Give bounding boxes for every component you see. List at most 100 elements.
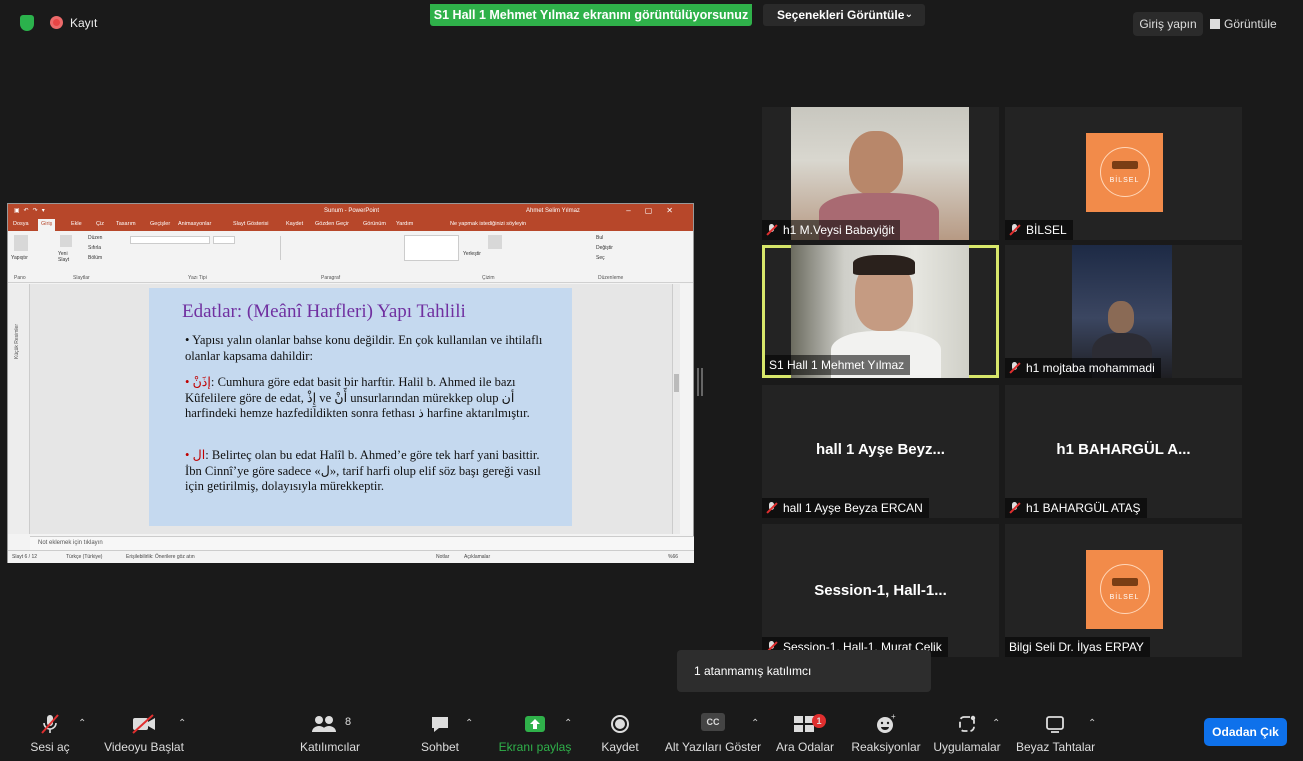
slide-canvas: Edatlar: (Meânî Harfleri) Yapı Tahlili •… [30,284,680,534]
mic-muted-icon [1009,224,1021,236]
slide-bullet-1: • Yapısı yalın olanlar bahse konu değild… [185,333,543,363]
participant-tile: h1 BAHARGÜL A... h1 BAHARGÜL ATAŞ [1005,385,1242,518]
participant-tile-active-speaker: S1 Hall 1 Mehmet Yılmaz [762,245,999,378]
bullet-3-arabic: • ال [185,448,206,462]
share-options-caret[interactable]: ⌃ [564,718,572,729]
split-view-handle[interactable] [697,368,703,396]
paste-icon [14,235,28,251]
logo-ring [1100,147,1150,197]
participant-name-label: h1 M.Veysi Babayiğit [762,220,901,240]
paste-label: Yapıştır [11,255,28,261]
ppt-ribbon: Yapıştır Yeni Slayt Düzen Sıfırla Bölüm … [8,231,693,283]
ppt-tab: Dosya [13,221,29,227]
apps-options-caret[interactable]: ⌃ [992,718,1000,729]
participant-name: h1 BAHARGÜL ATAŞ [1026,501,1141,515]
reactions-button[interactable]: + Reaksiyonlar [850,704,922,761]
security-shield-icon[interactable] [20,15,34,31]
mic-muted-icon [1009,362,1021,374]
share-screen-icon [525,716,545,732]
participant-count: 8 [345,716,352,728]
participant-face [849,131,903,195]
thumbnail-pane-label: Küçük Resimler [14,324,20,360]
find-label: Bul [596,235,604,241]
accessibility-status: Erişilebilirlik: Önerilere göz atın [126,554,195,560]
breakout-rooms-button[interactable]: 1 Ara Odalar [772,704,838,761]
participant-name-label: S1 Hall 1 Mehmet Yılmaz [765,355,911,375]
language-status: Türkçe (Türkiye) [66,554,103,560]
bilsel-logo: BİLSEL [1086,550,1163,629]
scroll-thumb [674,374,679,392]
ribbon-group-label: Çizim [482,275,495,281]
font-name-box [130,236,210,244]
logo-text: BİLSEL [1109,177,1140,184]
font-format-buttons [130,251,260,259]
view-button-label: Görüntüle [1224,17,1277,31]
share-screen-button[interactable]: Ekranı paylaş [495,704,575,761]
logo-book-icon [1112,161,1138,169]
view-options-button[interactable]: Seçenekleri Görüntüle ⌄ [763,4,925,26]
ppt-tab: Geçişler [150,221,171,227]
participant-name-label: hall 1 Ayşe Beyza ERCAN [762,498,929,518]
chat-options-caret[interactable]: ⌃ [465,718,473,729]
mic-muted-icon [41,714,59,734]
ribbon-group-label: Düzenleme [598,275,624,281]
chevron-down-icon: ⌄ [904,9,913,20]
video-options-caret[interactable]: ⌃ [178,718,186,729]
meeting-toolbar: Sesi aç ⌃ Videoyu Başlat ⌃ 8 Katılımcıla… [0,704,1303,761]
ppt-title-bar: ▣↶↷▾ Sunum - PowerPoint Ahmet Selim Yılm… [8,204,693,218]
captions-options-caret[interactable]: ⌃ [751,718,759,729]
participant-name: h1 M.Veysi Babayiğit [783,223,895,237]
chat-label: Sohbet [420,740,460,754]
apps-label: Uygulamalar [933,740,1001,754]
ppt-window-title: Sunum - PowerPoint [324,208,380,214]
breakout-badge: 1 [812,714,826,728]
chat-button[interactable]: Sohbet [410,704,470,761]
slide-title: Edatlar: (Meânî Harfleri) Yapı Tahlili [182,301,466,322]
notes-toggle: Notlar [436,554,450,560]
leave-room-button[interactable]: Odadan Çık [1204,718,1287,746]
logo-ring [1100,564,1150,614]
bullet-2-arabic-word: إذَنْ [192,375,211,389]
whiteboards-button[interactable]: Beyaz Tahtalar [1016,704,1095,761]
reset-label: Sıfırla [88,245,102,251]
participant-big-name: hall 1 Ayşe Beyz... [816,441,945,458]
ppt-tab: Kaydet [286,221,304,227]
reactions-label: Reaksiyonlar [851,740,921,754]
zoom-level: %66 [668,554,679,560]
start-video-button[interactable]: Videoyu Başlat [100,704,188,761]
ppt-tab-active: Giriş [38,219,56,231]
participant-name-label: h1 BAHARGÜL ATAŞ [1005,498,1147,518]
participant-name-label: Bilgi Seli Dr. İlyas ERPAY [1005,637,1150,657]
quick-styles-icon [488,235,502,249]
paragraph-buttons [280,236,390,260]
apps-button[interactable]: Uygulamalar [932,704,1002,761]
record-button[interactable]: Kaydet [592,704,648,761]
participant-hair [853,255,915,275]
participant-tile: h1 M.Veysi Babayiğit [762,107,999,240]
bullet-2-text: : Cumhura göre edat basit bir harftir. H… [185,375,530,421]
participants-label: Katılımcılar [299,740,360,754]
ribbon-group-label: Paragraf [321,275,341,281]
whiteboards-options-caret[interactable]: ⌃ [1088,718,1096,729]
ppt-tab: Animasyonlar [178,221,212,227]
recording-label: Kayıt [70,16,98,30]
captions-button[interactable]: CC Alt Yazıları Göster [664,704,762,761]
view-button[interactable]: Görüntüle [1210,12,1277,36]
ppt-quick-access-icons: ▣↶↷▾ [14,208,49,214]
ppt-tab: Ekle [71,221,82,227]
slide: Edatlar: (Meânî Harfleri) Yapı Tahlili •… [149,288,572,526]
audio-options-caret[interactable]: ⌃ [78,718,86,729]
view-options-label: Seçenekleri Görüntüle [777,8,905,22]
unassigned-participants-tooltip: 1 atanmamış katılımcı [677,650,931,692]
screen-share-banner: S1 Hall 1 Mehmet Yılmaz ekranını görüntü… [430,4,752,26]
participants-icon [312,716,336,732]
shared-screen-powerpoint: ▣↶↷▾ Sunum - PowerPoint Ahmet Selim Yılm… [7,203,694,563]
slide-scrollbar [672,284,680,534]
participants-button[interactable]: 8 Katılımcılar [285,704,375,761]
login-button[interactable]: Giriş yapın [1133,12,1203,36]
participant-name: hall 1 Ayşe Beyza ERCAN [783,501,923,515]
bullet-2-arabic: • إذَنْ [185,375,211,389]
unmute-button[interactable]: Sesi aç [20,704,80,761]
grid-view-icon [1210,19,1220,29]
start-video-label: Videoyu Başlat [104,740,184,754]
